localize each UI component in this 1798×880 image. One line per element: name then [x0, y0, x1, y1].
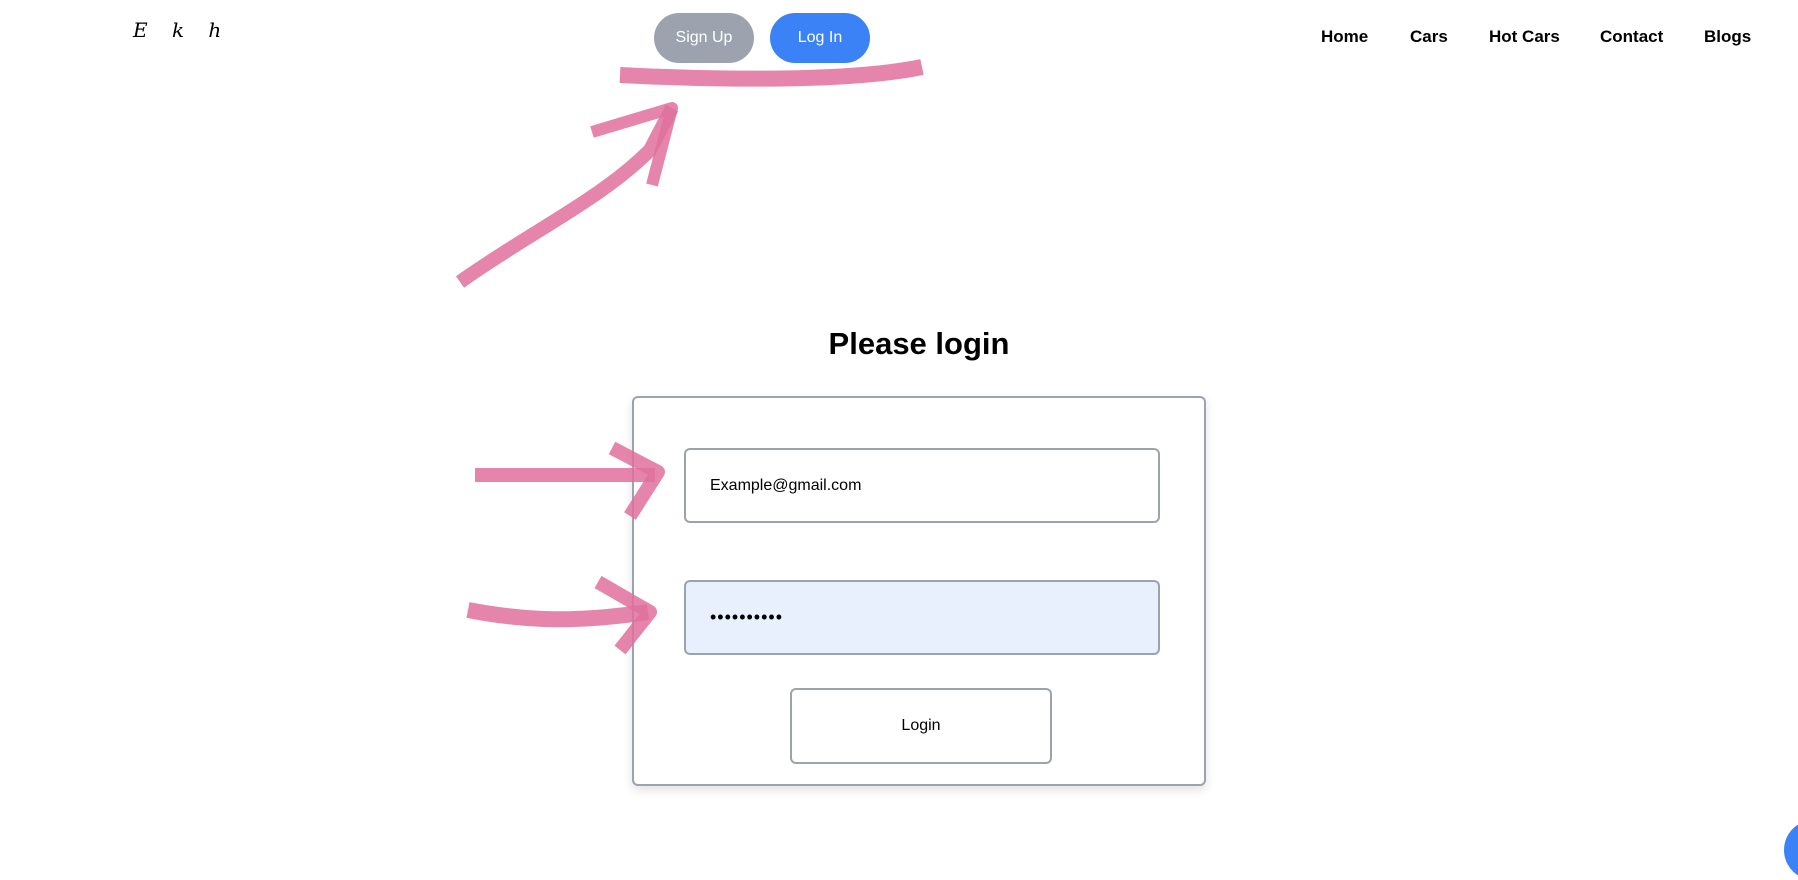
nav-contact-link[interactable]: Contact — [1600, 27, 1663, 47]
annotation-arrowhead-diagonal — [590, 102, 678, 187]
annotation-arrow-diagonal — [455, 104, 679, 288]
login-submit-button[interactable]: Login — [790, 688, 1052, 764]
annotation-underline — [619, 59, 924, 87]
email-field[interactable] — [684, 448, 1160, 523]
page-title: Please login — [828, 326, 1010, 361]
annotation-arrow-password — [466, 602, 650, 628]
corner-chat-button[interactable] — [1784, 820, 1798, 880]
password-field[interactable] — [684, 580, 1160, 655]
nav-hot-cars-link[interactable]: Hot Cars — [1489, 27, 1560, 47]
nav-cars-link[interactable]: Cars — [1410, 27, 1448, 47]
nav-home-link[interactable]: Home — [1321, 27, 1368, 47]
main-nav: Home Cars Hot Cars Contact Blogs — [0, 27, 1798, 49]
nav-blogs-link[interactable]: Blogs — [1704, 27, 1751, 47]
login-form: Login — [632, 396, 1206, 786]
